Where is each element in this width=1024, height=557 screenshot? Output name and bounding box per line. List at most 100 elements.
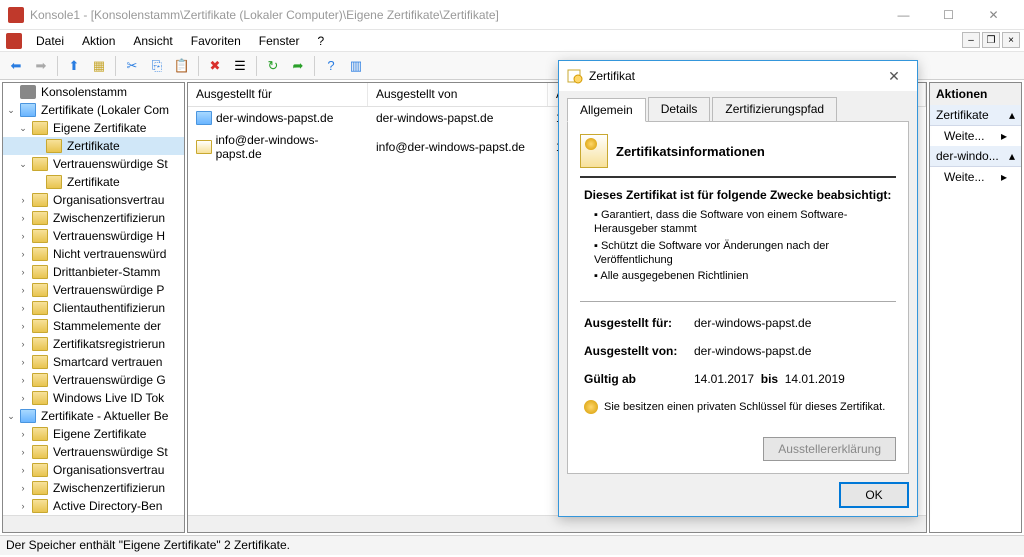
- certificate-store-icon: [20, 409, 36, 423]
- minimize-button[interactable]: —: [881, 0, 926, 30]
- private-key-message: Sie besitzen einen privaten Schlüssel fü…: [584, 400, 892, 414]
- cell-issued-to: der-windows-papst.de: [216, 111, 333, 125]
- tree-item[interactable]: ›Vertrauenswürdige G: [3, 371, 184, 389]
- actions-section-selected[interactable]: der-windo...▴: [930, 146, 1021, 167]
- tree-item[interactable]: ›Vertrauenswürdige H: [3, 227, 184, 245]
- tab-general[interactable]: Allgemein: [567, 98, 646, 122]
- expander-icon[interactable]: ›: [17, 375, 29, 385]
- cert-purpose-item: Schützt die Software vor Änderungen nach…: [594, 239, 892, 268]
- expander-icon[interactable]: ›: [17, 465, 29, 475]
- cell-issued-by: der-windows-papst.de: [376, 111, 493, 125]
- actions-more[interactable]: Weite...▸: [930, 126, 1021, 146]
- horizontal-scrollbar[interactable]: [3, 515, 184, 532]
- tree-item[interactable]: ›Active Directory-Ben: [3, 497, 184, 515]
- mdi-close[interactable]: ×: [1002, 32, 1020, 48]
- issuer-statement-button[interactable]: Ausstellererklärung: [763, 437, 896, 461]
- tree-item[interactable]: ›Vertrauenswürdige St: [3, 443, 184, 461]
- cell-issued-by: info@der-windows-papst.de: [376, 140, 525, 154]
- expander-icon[interactable]: ›: [17, 339, 29, 349]
- expander-icon[interactable]: ›: [17, 357, 29, 367]
- tree-item[interactable]: ›Zertifikatsregistrierun: [3, 335, 184, 353]
- tree-item[interactable]: ⌄Vertrauenswürdige St: [3, 155, 184, 173]
- dialog-close-button[interactable]: ✕: [879, 68, 909, 85]
- column-issued-to[interactable]: Ausgestellt für: [188, 83, 368, 106]
- expander-icon[interactable]: ›: [17, 195, 29, 205]
- tree-item[interactable]: ⌄Eigene Zertifikate: [3, 119, 184, 137]
- tab-cert-path[interactable]: Zertifizierungspfad: [712, 97, 837, 121]
- actions-section-certificates[interactable]: Zertifikate▴: [930, 105, 1021, 126]
- tree-item[interactable]: ›Vertrauenswürdige P: [3, 281, 184, 299]
- expander-icon[interactable]: ›: [17, 501, 29, 511]
- tree-item[interactable]: ›Zwischenzertifizierun: [3, 209, 184, 227]
- actions-more[interactable]: Weite...▸: [930, 167, 1021, 187]
- export-list-button[interactable]: ➦: [286, 54, 310, 78]
- tree-root[interactable]: Konsolenstamm: [3, 83, 184, 101]
- cut-button[interactable]: ✂: [120, 54, 144, 78]
- tree-item[interactable]: ⌄Zertifikate - Aktueller Be: [3, 407, 184, 425]
- expander-icon[interactable]: ›: [17, 393, 29, 403]
- certificate-store-icon: [20, 103, 36, 117]
- issued-by-label: Ausgestellt von:: [584, 344, 694, 358]
- expander-icon[interactable]: ⌄: [17, 123, 29, 134]
- show-hide-action-button[interactable]: ▥: [344, 54, 368, 78]
- expander-icon[interactable]: ⌄: [17, 159, 29, 170]
- menu-favorites[interactable]: Favoriten: [183, 32, 249, 50]
- folder-icon: [32, 427, 48, 441]
- tree-item[interactable]: ›Organisationsvertrau: [3, 191, 184, 209]
- tree-item[interactable]: ›Zwischenzertifizierun: [3, 479, 184, 497]
- menu-help[interactable]: ?: [309, 32, 332, 50]
- cert-purpose-item: Alle ausgegebenen Richtlinien: [594, 269, 892, 283]
- expander-icon[interactable]: ›: [17, 249, 29, 259]
- tab-details[interactable]: Details: [648, 97, 711, 121]
- expander-icon[interactable]: ›: [17, 447, 29, 457]
- column-issued-by[interactable]: Ausgestellt von: [368, 83, 548, 106]
- back-button[interactable]: ⬅: [4, 54, 28, 78]
- expander-icon[interactable]: ⌄: [5, 105, 17, 116]
- tree-item[interactable]: ⌄Zertifikate (Lokaler Com: [3, 101, 184, 119]
- copy-button[interactable]: ⎘: [145, 54, 169, 78]
- key-icon: [584, 400, 598, 414]
- mdi-restore[interactable]: ❐: [982, 32, 1000, 48]
- close-button[interactable]: ✕: [971, 0, 1016, 30]
- tree-item[interactable]: ›Drittanbieter-Stamm: [3, 263, 184, 281]
- mdi-minimize[interactable]: –: [962, 32, 980, 48]
- horizontal-scrollbar[interactable]: [188, 515, 926, 532]
- menu-view[interactable]: Ansicht: [125, 32, 180, 50]
- expander-icon[interactable]: ›: [17, 429, 29, 439]
- paste-button[interactable]: 📋: [170, 54, 194, 78]
- tree-item[interactable]: ›Windows Live ID Tok: [3, 389, 184, 407]
- tree-item[interactable]: ›Nicht vertrauenswürd: [3, 245, 184, 263]
- expander-icon[interactable]: ⌄: [5, 411, 17, 422]
- expander-icon[interactable]: ›: [17, 267, 29, 277]
- refresh-button[interactable]: ↻: [261, 54, 285, 78]
- menu-window[interactable]: Fenster: [251, 32, 308, 50]
- tree-panel[interactable]: Konsolenstamm ⌄Zertifikate (Lokaler Com …: [2, 82, 185, 533]
- expander-icon[interactable]: ›: [17, 483, 29, 493]
- up-button[interactable]: ⬆: [62, 54, 86, 78]
- expander-icon[interactable]: ›: [17, 213, 29, 223]
- properties-button[interactable]: ☰: [228, 54, 252, 78]
- maximize-button[interactable]: ☐: [926, 0, 971, 30]
- help-button[interactable]: ?: [319, 54, 343, 78]
- expander-icon[interactable]: ›: [17, 231, 29, 241]
- expander-icon[interactable]: ›: [17, 303, 29, 313]
- dialog-tabs: Allgemein Details Zertifizierungspfad: [559, 91, 917, 121]
- tree-item[interactable]: ›Eigene Zertifikate: [3, 425, 184, 443]
- tree-item-selected[interactable]: Zertifikate: [3, 137, 184, 155]
- delete-button[interactable]: ✖: [203, 54, 227, 78]
- menu-file[interactable]: Datei: [28, 32, 72, 50]
- expander-icon[interactable]: ›: [17, 285, 29, 295]
- tree-item[interactable]: ›Stammelemente der: [3, 317, 184, 335]
- tree-item[interactable]: ›Clientauthentifizierun: [3, 299, 184, 317]
- tree-item[interactable]: Zertifikate: [3, 173, 184, 191]
- show-hide-tree-button[interactable]: ▦: [87, 54, 111, 78]
- tree-item[interactable]: ›Organisationsvertrau: [3, 461, 184, 479]
- forward-button[interactable]: ➡: [29, 54, 53, 78]
- expander-icon[interactable]: ›: [17, 321, 29, 331]
- tree-item[interactable]: ›Smartcard vertrauen: [3, 353, 184, 371]
- dialog-buttons: OK: [559, 482, 917, 516]
- folder-icon: [32, 283, 48, 297]
- menu-action[interactable]: Aktion: [74, 32, 123, 50]
- mdi-controls: – ❐ ×: [962, 32, 1020, 48]
- ok-button[interactable]: OK: [839, 482, 909, 508]
